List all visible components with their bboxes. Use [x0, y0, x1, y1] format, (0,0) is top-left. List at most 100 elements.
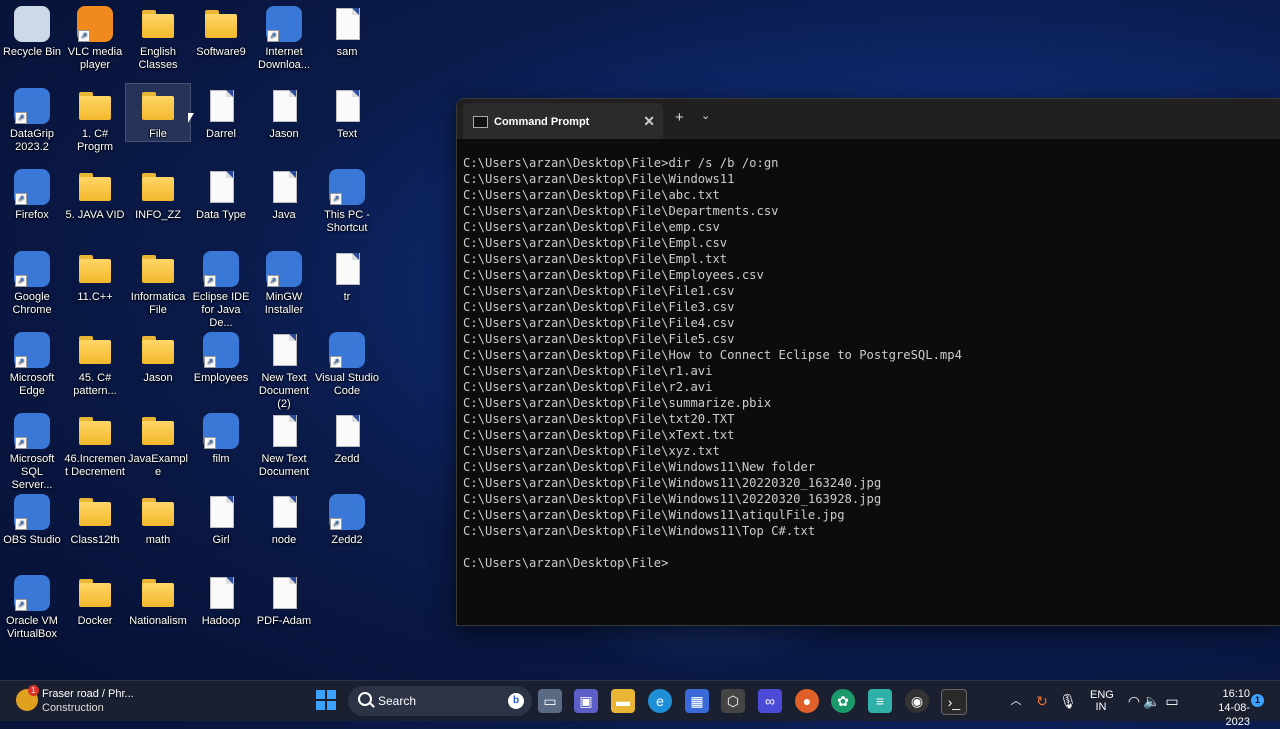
desktop-item[interactable]: Class12th [63, 490, 127, 547]
desktop-item[interactable]: ↗ This PC - Shortcut [315, 165, 379, 235]
terminal-line: C:\Users\arzan\Desktop\File\File5.csv [463, 332, 735, 346]
terminal-output[interactable]: C:\Users\arzan\Desktop\File>dir /s /b /o… [457, 139, 1280, 587]
desktop-item-label: Docker [77, 615, 113, 627]
terminal-titlebar[interactable]: Command Prompt ✕ + ⌄ [457, 99, 1280, 139]
desktop-item[interactable]: math [126, 490, 190, 547]
widget-subtitle: Construction [42, 702, 104, 714]
recycle-bin-icon [14, 6, 50, 42]
desktop-item[interactable]: ↗ VLC media player [63, 2, 127, 72]
desktop-item[interactable]: ↗ Zedd2 [315, 490, 379, 547]
visual-studio-icon[interactable]: ∞ [758, 689, 782, 713]
desktop-item[interactable]: ↗ Oracle VM VirtualBox [0, 571, 64, 641]
desktop-item-label: node [271, 534, 297, 546]
taskbar-search-box[interactable]: Search b [348, 686, 532, 716]
file-explorer-icon[interactable]: ▬ [611, 689, 635, 713]
terminal-line: C:\Users\arzan\Desktop\File\Windows11\20… [463, 492, 882, 506]
desktop-item[interactable]: INFO_ZZ [126, 165, 190, 222]
desktop-item[interactable]: ↗ film [189, 409, 253, 466]
terminal-line: C:\Users\arzan\Desktop\File\File1.csv [463, 284, 735, 298]
widget-title: Fraser road / Phr... [42, 688, 134, 700]
terminal-taskbar-icon[interactable]: ›_ [941, 689, 967, 715]
desktop-item[interactable]: PDF-Adam [252, 571, 316, 628]
desktop-item[interactable]: Zedd [315, 409, 379, 466]
desktop-item[interactable]: English Classes [126, 2, 190, 72]
terminal-line: C:\Users\arzan\Desktop\File> [463, 556, 669, 570]
desktop-item[interactable]: ↗ DataGrip 2023.2 [0, 84, 64, 154]
battery-icon[interactable]: ▭ [1160, 689, 1184, 713]
desktop-item[interactable]: ↗ Employees [189, 328, 253, 385]
desktop-item[interactable]: 5. JAVA VID [63, 165, 127, 222]
shortcut-arrow-icon: ↗ [330, 518, 342, 530]
shortcut-arrow-icon: ↗ [267, 30, 279, 42]
desktop-item[interactable]: ↗ OBS Studio [0, 490, 64, 547]
desktop-item[interactable]: JavaExample [126, 409, 190, 479]
app-icon[interactable]: ⬡ [721, 689, 745, 713]
chatgpt-icon[interactable]: ✿ [831, 689, 855, 713]
language-indicator[interactable]: ENG IN [1090, 689, 1114, 729]
desktop-item[interactable]: node [252, 490, 316, 547]
command-prompt-window[interactable]: Command Prompt ✕ + ⌄ C:\Users\arzan\Desk… [456, 98, 1280, 626]
desktop-item[interactable]: 11.C++ [63, 247, 127, 304]
desktop-item-label: Recycle Bin [2, 46, 62, 58]
microphone-icon[interactable]: 🎙 [1056, 689, 1080, 713]
desktop-item[interactable]: ↗ Google Chrome [0, 247, 64, 317]
chevron-down-icon[interactable]: ⌄ [701, 109, 710, 122]
desktop-item[interactable]: ↗ Microsoft Edge [0, 328, 64, 398]
chevron-up-icon[interactable]: ︿ [1004, 689, 1028, 713]
shortcut-arrow-icon: ↗ [15, 112, 27, 124]
desktop-item[interactable]: tr [315, 247, 379, 304]
desktop-item-label: Nationalism [129, 615, 187, 627]
new-tab-button[interactable]: + [675, 109, 684, 126]
desktop-item[interactable]: Java [252, 165, 316, 222]
clock[interactable]: 16:10 14-08-2023 [1206, 687, 1250, 729]
shortcut-arrow-icon: ↗ [15, 356, 27, 368]
desktop-item[interactable]: ↗ Internet Downloa... [252, 2, 316, 72]
folder-icon [140, 575, 176, 611]
terminal-line: C:\Users\arzan\Desktop\File\Employees.cs… [463, 268, 764, 282]
desktop-item[interactable]: sam [315, 2, 379, 59]
desktop-item[interactable]: Data Type [189, 165, 253, 222]
desktop-item[interactable]: 45. C# pattern... [63, 328, 127, 398]
desktop-item[interactable]: 1. C# Progrm [63, 84, 127, 154]
desktop-item[interactable]: Girl [189, 490, 253, 547]
desktop-item[interactable]: ↗ Microsoft SQL Server... [0, 409, 64, 492]
desktop-item[interactable]: Informatica File [126, 247, 190, 317]
desktop-item[interactable]: ↗ MinGW Installer [252, 247, 316, 317]
desktop-item[interactable]: Text [315, 84, 379, 141]
text-file-icon [203, 494, 239, 530]
weather-widget[interactable]: 1 Fraser road / Phr... Construction [16, 685, 166, 717]
desktop-item[interactable]: Darrel [189, 84, 253, 141]
desktop-item[interactable]: Software9 [189, 2, 253, 59]
desktop-item[interactable]: New Text Document [252, 409, 316, 479]
sync-icon[interactable]: ↻ [1030, 689, 1054, 713]
desktop-item-label: VLC media player [67, 46, 123, 71]
firefox-taskbar-icon[interactable]: ● [795, 689, 819, 713]
notification-badge[interactable]: 1 [1251, 694, 1264, 707]
desktop-item[interactable]: ↗ Eclipse IDE for Java De... [189, 247, 253, 330]
terminal-icon [473, 116, 488, 128]
tab-command-prompt[interactable]: Command Prompt ✕ [463, 103, 663, 139]
desktop-item[interactable]: New Text Document (2) [252, 328, 316, 411]
desktop-item[interactable]: Nationalism [126, 571, 190, 628]
windows-start-icon[interactable] [316, 690, 336, 710]
task-view-icon[interactable]: ▭ [538, 689, 562, 713]
edge-taskbar-icon[interactable]: e [648, 689, 672, 713]
desktop-item[interactable]: Jason [126, 328, 190, 385]
store-icon[interactable]: ▦ [685, 689, 709, 713]
bing-icon[interactable]: b [508, 693, 524, 709]
desktop-item[interactable]: Recycle Bin [0, 2, 64, 59]
close-tab-icon[interactable]: ✕ [643, 113, 655, 130]
desktop-item-label: Jason [143, 372, 173, 384]
teams-icon[interactable]: ▣ [574, 689, 598, 713]
desktop-item[interactable]: Docker [63, 571, 127, 628]
desktop-item[interactable]: ↗ Visual Studio Code [315, 328, 379, 398]
desktop-item[interactable]: ↗ Firefox [0, 165, 64, 222]
notepad-icon[interactable]: ≡ [868, 689, 892, 713]
folder-icon [77, 88, 113, 124]
obs-taskbar-icon[interactable]: ◉ [905, 689, 929, 713]
desktop-item[interactable]: Hadoop [189, 571, 253, 628]
desktop-item[interactable]: 46.Increment Decrement [63, 409, 127, 479]
chrome-icon: ↗ [14, 251, 50, 287]
desktop-item[interactable]: File [125, 83, 191, 142]
desktop-item[interactable]: Jason [252, 84, 316, 141]
